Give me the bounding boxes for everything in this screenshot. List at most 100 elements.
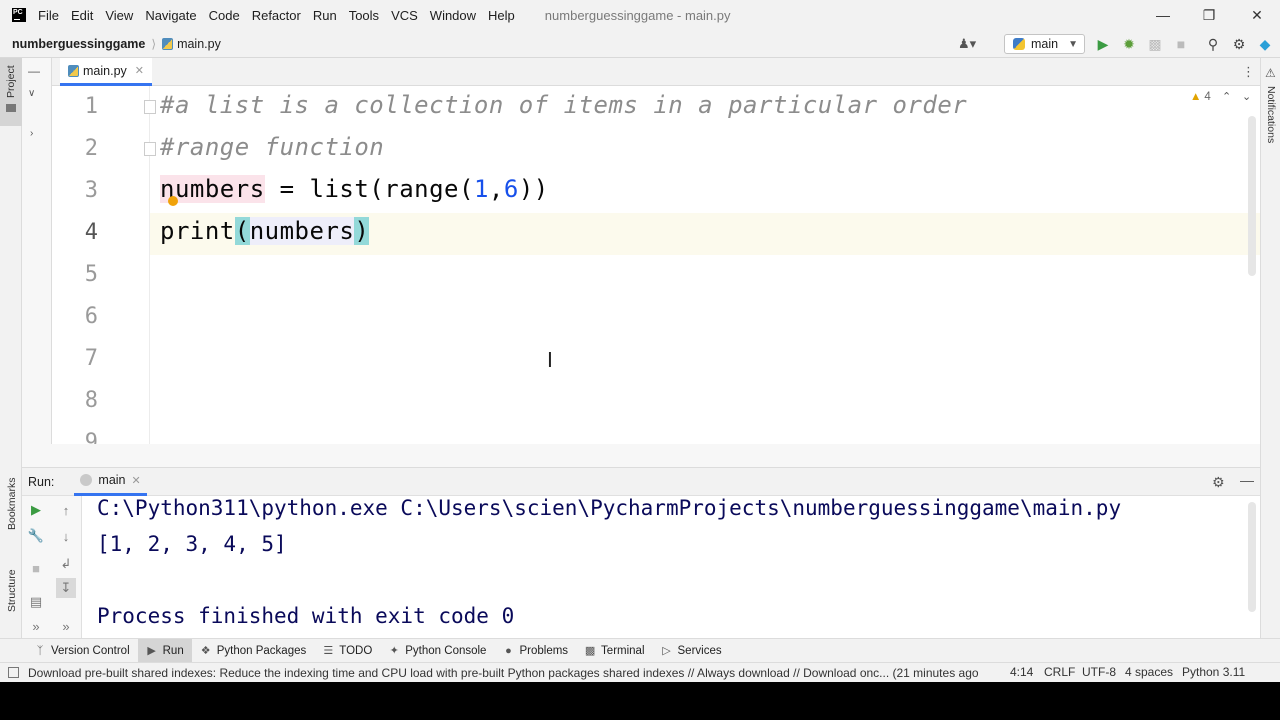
notifications-bell-icon[interactable]: ⚠ <box>1265 66 1276 80</box>
minimize-window-button[interactable]: — <box>1140 0 1186 30</box>
next-highlight-icon[interactable]: ⌄ <box>1242 90 1251 103</box>
run-panel-header: Run: main ✕ <box>22 468 1260 496</box>
code-line-3: numbers = list(range(1,6)) <box>160 175 549 203</box>
line-separator[interactable]: CRLF <box>1044 665 1075 679</box>
line-number: 4 <box>84 220 98 245</box>
run-console[interactable]: C:\Python311\python.exe C:\Users\scien\P… <box>82 496 1260 638</box>
debug-icon[interactable]: ✹ <box>1120 35 1138 53</box>
up-arrow-icon[interactable]: ↑ <box>56 500 76 520</box>
run-tab-main[interactable]: main ✕ <box>74 468 147 496</box>
layout-icon[interactable]: ▤ <box>26 592 46 612</box>
editor-gutter: 1 2 3 4 5 6 7 8 9 <box>52 86 150 444</box>
python-packages-tab[interactable]: ❖ Python Packages <box>192 639 315 663</box>
bookmarks-tool-tab[interactable]: Bookmarks <box>0 470 22 550</box>
status-message[interactable]: Download pre-built shared indexes: Reduc… <box>28 666 978 680</box>
run-icon[interactable]: ▶ <box>1094 35 1112 53</box>
search-icon[interactable]: ⚲ <box>1204 35 1222 53</box>
scroll-to-end-icon[interactable]: ↧ <box>56 578 76 598</box>
close-window-button[interactable]: ✕ <box>1234 0 1280 30</box>
menu-run[interactable]: Run <box>313 8 337 23</box>
structure-tool-tab[interactable]: Structure <box>0 560 22 630</box>
project-tool-tab[interactable]: Project <box>0 58 22 126</box>
code-line-2: #range function <box>160 133 384 161</box>
intention-bulb-icon[interactable] <box>168 196 178 206</box>
editor-scrollbar[interactable] <box>1248 116 1256 276</box>
code-editor[interactable]: 1 2 3 4 5 6 7 8 9 #a list is a collectio… <box>52 86 1260 444</box>
line-number: 3 <box>84 178 98 203</box>
indent-setting[interactable]: 4 spaces <box>1125 665 1173 679</box>
logo-text: PC <box>13 9 23 16</box>
down-arrow-icon[interactable]: ↓ <box>56 526 76 546</box>
breadcrumb-project[interactable]: numberguessinggame <box>12 37 145 51</box>
soft-wrap-icon[interactable]: ↲ <box>56 554 76 574</box>
console-scrollbar[interactable] <box>1248 502 1256 612</box>
stop-icon[interactable]: ■ <box>26 558 46 578</box>
more-icon[interactable]: » <box>26 616 46 636</box>
minimize-icon[interactable]: — <box>1240 472 1254 488</box>
run-panel-label: Run: <box>28 474 55 489</box>
run-toolbar: ▶ ↑ 🔧 ↓ ■ ↲ ▤ ↧ » » <box>22 496 82 638</box>
fold-marker-icon[interactable] <box>144 100 156 114</box>
terminal-tab[interactable]: ▩ Terminal <box>576 639 652 663</box>
file-encoding[interactable]: UTF-8 <box>1082 665 1116 679</box>
tab-main-py[interactable]: main.py ✕ <box>60 58 152 86</box>
menu-vcs[interactable]: VCS <box>391 8 418 23</box>
todo-tab[interactable]: ☰ TODO <box>314 639 380 663</box>
menu-tools[interactable]: Tools <box>349 8 379 23</box>
menu-navigate[interactable]: Navigate <box>145 8 196 23</box>
comment: #range function <box>160 133 385 161</box>
status-toggle-icon[interactable] <box>8 667 19 678</box>
version-control-tab[interactable]: ᛉ Version Control <box>26 639 138 663</box>
inspection-warnings-badge[interactable]: ▲ 4 <box>1190 91 1211 103</box>
python-console-tab[interactable]: ✦ Python Console <box>380 639 494 663</box>
menu-bar: PC File Edit View Navigate Code Refactor… <box>0 0 1280 30</box>
services-icon: ▷ <box>662 645 671 657</box>
python-interpreter[interactable]: Python 3.11 <box>1182 665 1245 679</box>
packages-icon: ❖ <box>200 645 211 657</box>
close-tab-icon[interactable]: ✕ <box>132 474 141 487</box>
tab-label: Python Console <box>405 644 487 657</box>
letterbox-bar <box>0 682 1280 720</box>
settings-gear-icon[interactable]: ⚙ <box>1230 35 1248 53</box>
more-options-icon[interactable]: ⋮ <box>1242 64 1255 80</box>
restore-window-button[interactable]: ❐ <box>1186 0 1232 30</box>
tool-window-bar: ᛉ Version Control ▶ Run ❖ Python Packages ☰… <box>0 638 1280 663</box>
menu-help[interactable]: Help <box>488 8 515 23</box>
wrench-icon[interactable]: 🔧 <box>26 526 46 546</box>
menu-file[interactable]: File <box>38 8 59 23</box>
chevron-down-icon[interactable]: ∨ <box>28 88 35 99</box>
rerun-icon[interactable]: ▶ <box>26 500 46 520</box>
close-tab-icon[interactable]: ✕ <box>135 64 144 77</box>
list-icon: ☰ <box>323 645 334 657</box>
menu-view[interactable]: View <box>105 8 133 23</box>
console-line: Process finished with exit code 0 <box>97 604 515 628</box>
code-line-4: print(numbers) <box>160 217 370 245</box>
minimize-icon[interactable]: — <box>28 64 40 78</box>
caret-position[interactable]: 4:14 <box>1010 665 1033 679</box>
menu-refactor[interactable]: Refactor <box>252 8 301 23</box>
menu-window[interactable]: Window <box>430 8 476 23</box>
settings-gear-icon[interactable]: ⚙ <box>1212 474 1225 491</box>
problems-tab[interactable]: ● Problems <box>494 639 576 663</box>
user-account-icon[interactable]: ♟▾ <box>958 36 976 52</box>
chevron-right-icon[interactable]: › <box>30 128 33 139</box>
project-tab-label: Project <box>5 65 17 98</box>
breadcrumb-file[interactable]: main.py <box>162 37 221 51</box>
run-configuration-select[interactable]: main ▼ <box>1004 34 1085 54</box>
paren-token: ) <box>354 217 370 245</box>
panel-splitter[interactable] <box>22 444 1260 468</box>
python-file-icon <box>162 37 174 50</box>
status-bar: Download pre-built shared indexes: Reduc… <box>0 662 1280 682</box>
jetbrains-ai-icon[interactable]: ◆ <box>1256 35 1274 53</box>
menu-code[interactable]: Code <box>209 8 240 23</box>
previous-highlight-icon[interactable]: ⌃ <box>1222 90 1231 103</box>
run-tool-tab[interactable]: ▶ Run <box>137 638 192 663</box>
more-icon[interactable]: » <box>56 616 76 636</box>
fold-marker-icon[interactable] <box>144 142 156 156</box>
terminal-icon: ▩ <box>584 645 596 657</box>
stop-icon[interactable]: ■ <box>1172 35 1190 53</box>
coverage-icon[interactable]: ▩ <box>1146 35 1164 53</box>
services-tab[interactable]: ▷ Services <box>653 639 730 663</box>
menu-edit[interactable]: Edit <box>71 8 93 23</box>
notifications-tab-label[interactable]: Notifications <box>1265 86 1277 143</box>
